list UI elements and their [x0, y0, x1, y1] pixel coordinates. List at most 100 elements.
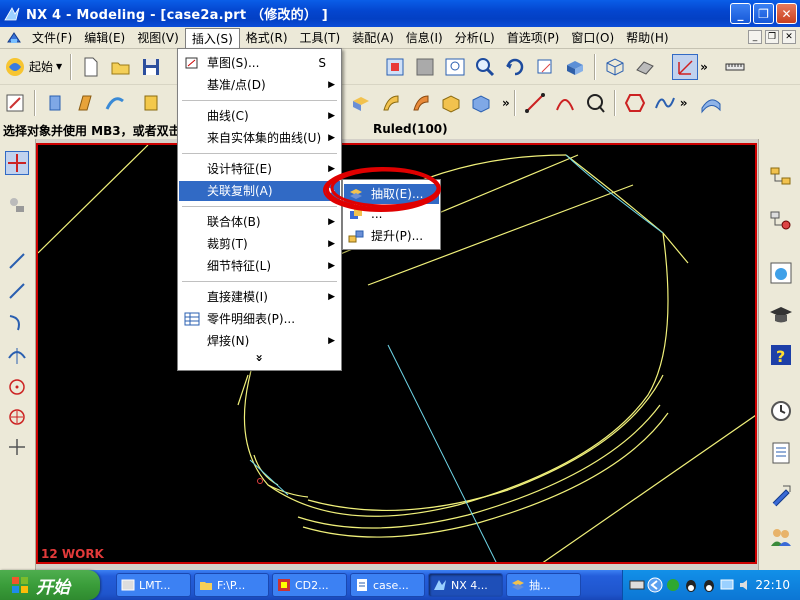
- sweep-button[interactable]: [102, 90, 128, 116]
- insert-menu-datum-point[interactable]: 基准/点(D) ▶: [179, 75, 340, 95]
- surface-a-button[interactable]: [378, 90, 404, 116]
- task-lmt[interactable]: LMT...: [116, 573, 191, 597]
- insert-menu-sketch[interactable]: 草图(S)... S: [179, 53, 340, 73]
- line-button[interactable]: [522, 90, 548, 116]
- toolbar-more-icon-2[interactable]: »: [502, 96, 510, 110]
- menu-edit[interactable]: 编辑(E): [78, 28, 131, 48]
- process-studio-button[interactable]: [767, 481, 795, 509]
- zoom-button[interactable]: [472, 54, 498, 80]
- arc-button[interactable]: [552, 90, 578, 116]
- menu-window[interactable]: 窗口(O): [565, 28, 620, 48]
- snap-button[interactable]: [5, 193, 29, 217]
- close-button[interactable]: ✕: [776, 3, 797, 24]
- toolbar-more-icon-3[interactable]: »: [680, 96, 688, 110]
- insert-menu-design-feature[interactable]: 设计特征(E) ▶: [179, 159, 340, 179]
- menu-help[interactable]: 帮助(H): [620, 28, 674, 48]
- circle-button[interactable]: [582, 90, 608, 116]
- save-button[interactable]: [138, 54, 164, 80]
- start-menu-button[interactable]: 起始 ▼: [0, 56, 66, 78]
- insert-menu-detail-feature[interactable]: 细节特征(L) ▶: [179, 256, 340, 276]
- volume-icon[interactable]: [737, 577, 753, 593]
- insert-menu-curve[interactable]: 曲线(C) ▶: [179, 106, 340, 126]
- fit-view-button[interactable]: [382, 54, 408, 80]
- menu-assemblies[interactable]: 装配(A): [346, 28, 400, 48]
- doc-minimize-button[interactable]: _: [748, 30, 762, 44]
- task-nx4[interactable]: NX 4...: [428, 573, 503, 597]
- surface-c-button[interactable]: [438, 90, 464, 116]
- network-icon[interactable]: [665, 577, 681, 593]
- submenu-extract[interactable]: 抽取(E)...: [344, 184, 439, 204]
- pan-button[interactable]: [532, 54, 558, 80]
- toolbar-more-icon[interactable]: »: [700, 60, 708, 74]
- assembly-navigator-button[interactable]: [767, 163, 795, 191]
- measure-button[interactable]: [722, 54, 748, 80]
- task-cd2[interactable]: CD2...: [272, 573, 347, 597]
- task-folder[interactable]: F:\P...: [194, 573, 269, 597]
- insert-menu-combine[interactable]: 联合体(B) ▶: [179, 212, 340, 232]
- insert-menu-associative-copy[interactable]: 关联复制(A) ▶: [179, 181, 340, 201]
- doc-restore-button[interactable]: ❐: [765, 30, 779, 44]
- qq-icon[interactable]: [683, 577, 699, 593]
- keyboard-icon[interactable]: [629, 577, 645, 593]
- expand-menu-button[interactable]: »: [253, 277, 267, 440]
- add-point-button[interactable]: [5, 435, 29, 459]
- task-extract[interactable]: 抽...: [506, 573, 581, 597]
- part-navigator-side-button[interactable]: [767, 207, 795, 235]
- zoom-area-button[interactable]: [442, 54, 468, 80]
- menu-format[interactable]: 格式(R): [240, 28, 294, 48]
- spline-button[interactable]: [652, 90, 678, 116]
- display-icon[interactable]: [719, 577, 735, 593]
- insert-menu-trim[interactable]: 裁剪(T) ▶: [179, 234, 340, 254]
- submenu-instance[interactable]: ...: [344, 204, 439, 224]
- line-tool-button[interactable]: [5, 249, 29, 273]
- surface-tool-button[interactable]: [698, 90, 724, 116]
- wcs-button[interactable]: [672, 53, 699, 80]
- arc-tool-button[interactable]: [5, 311, 29, 335]
- zoom-box-button[interactable]: [412, 54, 438, 80]
- open-file-button[interactable]: [108, 54, 134, 80]
- menu-tools[interactable]: 工具(T): [294, 28, 347, 48]
- minimize-button[interactable]: _: [730, 3, 751, 24]
- menu-view[interactable]: 视图(V): [131, 28, 185, 48]
- help-button[interactable]: ?: [767, 341, 795, 369]
- roles-button[interactable]: [767, 523, 795, 551]
- wireframe-view-button[interactable]: [602, 54, 628, 80]
- document-icon[interactable]: [6, 30, 22, 46]
- arrow-left-icon[interactable]: [647, 577, 663, 593]
- blend-face-button[interactable]: [348, 90, 374, 116]
- point-tool-button[interactable]: [5, 375, 29, 399]
- select-point-button[interactable]: [5, 151, 29, 175]
- task-case[interactable]: case...: [350, 573, 425, 597]
- new-file-button[interactable]: [78, 54, 104, 80]
- submenu-arrow-icon: ▶: [328, 217, 335, 227]
- render-style-button[interactable]: [632, 54, 658, 80]
- training-button[interactable]: [767, 301, 795, 329]
- line-tool-2-button[interactable]: [5, 279, 29, 303]
- revolve-button[interactable]: [72, 90, 98, 116]
- menu-information[interactable]: 信息(I): [400, 28, 449, 48]
- shaded-view-button[interactable]: [562, 54, 588, 80]
- title-bar[interactable]: NX 4 - Modeling - [case2a.prt （修改的） ] _ …: [0, 0, 800, 27]
- part-navigator-button[interactable]: [2, 90, 28, 116]
- start-button[interactable]: 开始: [0, 570, 100, 600]
- rotate-button[interactable]: [502, 54, 528, 80]
- history-button[interactable]: [767, 397, 795, 425]
- system-materials-button[interactable]: [767, 439, 795, 467]
- tangent-tool-button[interactable]: [5, 343, 29, 367]
- qq-icon-2[interactable]: [701, 577, 717, 593]
- insert-menu-curve-from-bodies[interactable]: 来自实体集的曲线(U) ▶: [179, 128, 340, 148]
- menu-analysis[interactable]: 分析(L): [449, 28, 501, 48]
- menu-insert[interactable]: 插入(S): [184, 27, 240, 48]
- menu-file[interactable]: 文件(F): [26, 28, 78, 48]
- polygon-button[interactable]: [622, 90, 648, 116]
- surface-b-button[interactable]: [408, 90, 434, 116]
- web-browser-button[interactable]: [767, 259, 795, 287]
- restore-button[interactable]: ❐: [753, 3, 774, 24]
- surface-d-button[interactable]: [468, 90, 494, 116]
- extrude-button[interactable]: [42, 90, 68, 116]
- doc-close-button[interactable]: ✕: [782, 30, 796, 44]
- menu-preferences[interactable]: 首选项(P): [501, 28, 566, 48]
- datum-button[interactable]: [138, 90, 164, 116]
- submenu-promote[interactable]: 提升(P)...: [344, 226, 439, 246]
- center-tool-button[interactable]: [5, 405, 29, 429]
